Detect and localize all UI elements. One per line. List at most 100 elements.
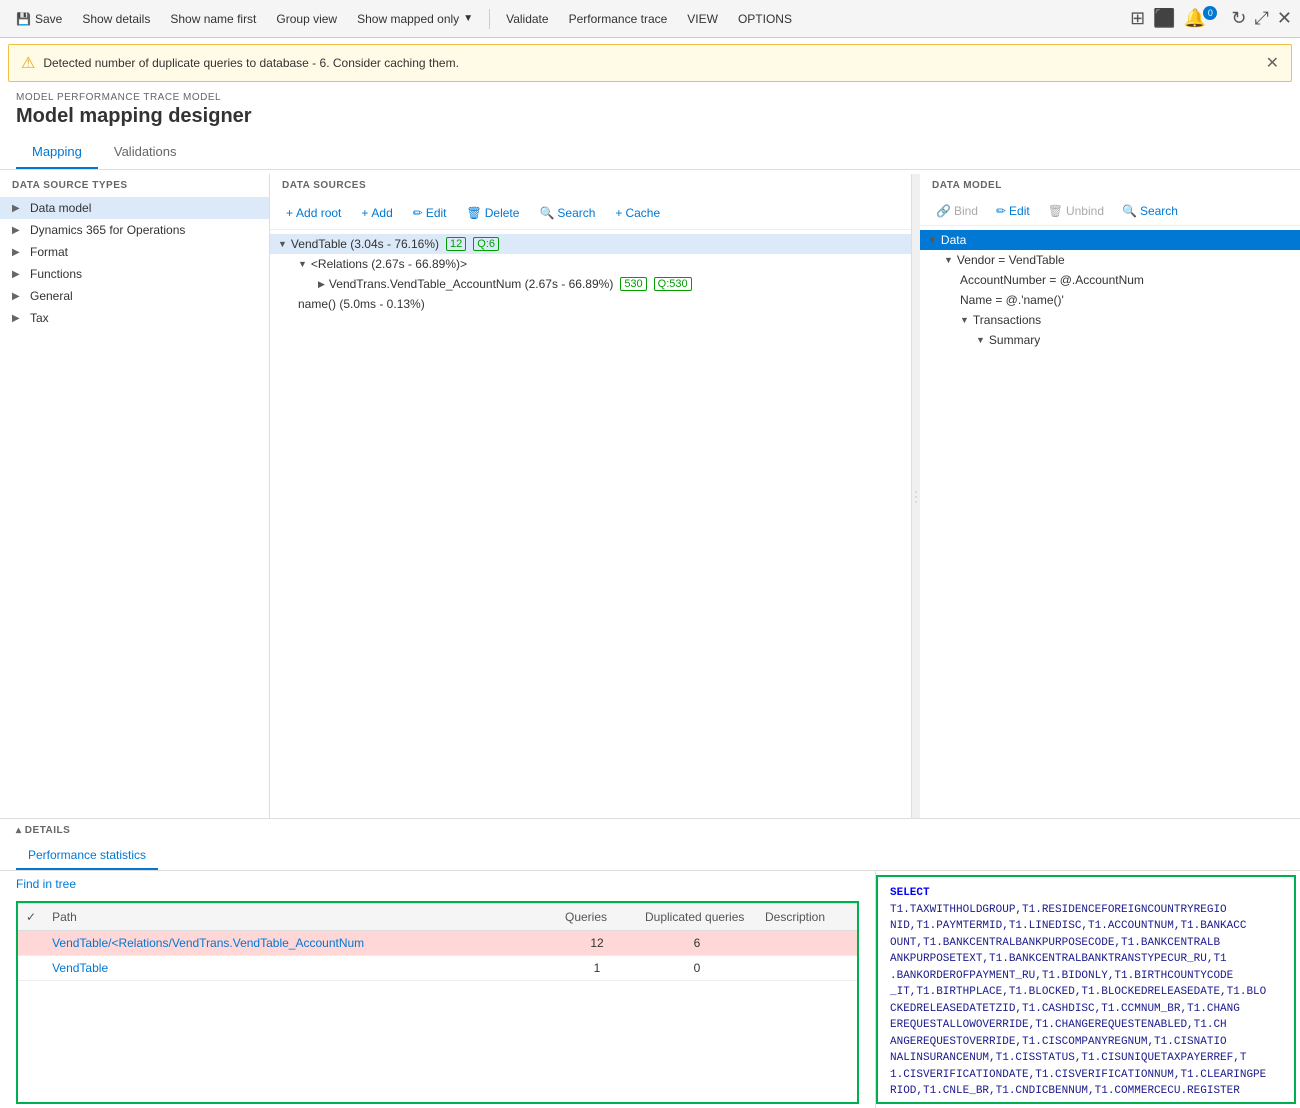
dm-node-transactions[interactable]: ▼ Transactions: [952, 310, 1300, 330]
expand-icon: ▼: [278, 239, 287, 249]
alert-message: Detected number of duplicate queries to …: [43, 56, 1257, 70]
search-button[interactable]: 🔍 Search: [531, 203, 603, 223]
vendtable-qbadge: Q:6: [473, 237, 499, 251]
sql-panel: SELECT T1.TAXWITHHOLDGROUP,T1.RESIDENCEF…: [876, 875, 1296, 1104]
dm-summary-label: Summary: [989, 333, 1040, 347]
performance-trace-button[interactable]: Performance trace: [561, 8, 676, 30]
show-mapped-only-button[interactable]: Show mapped only ▼: [349, 8, 481, 30]
dst-format[interactable]: ▶ Format: [0, 241, 269, 263]
dm-accountnumber-label: AccountNumber = @.AccountNum: [960, 273, 1144, 287]
data-model-header: DATA MODEL: [920, 174, 1300, 197]
refresh-icon[interactable]: ↻: [1231, 8, 1246, 29]
row-path: VendTable/<Relations/VendTrans.VendTable…: [44, 931, 557, 956]
main-layout: DATA SOURCE TYPES ▶ Data model ▶ Dynamic…: [0, 174, 1300, 818]
dm-edit-button[interactable]: ✏ Edit: [988, 201, 1038, 221]
notifications-icon-wrapper[interactable]: 🔔 0: [1184, 8, 1224, 29]
options-button[interactable]: OPTIONS: [730, 8, 800, 30]
tab-mapping[interactable]: Mapping: [16, 136, 98, 169]
data-sources-panel: DATA SOURCES + Add root + Add ✏ Edit 🗑 D…: [270, 174, 912, 818]
tab-performance-statistics[interactable]: Performance statistics: [16, 842, 158, 870]
apps-icon[interactable]: ⊞: [1130, 8, 1145, 29]
maximize-icon[interactable]: ⤢: [1255, 8, 1269, 29]
dm-search-button[interactable]: 🔍 Search: [1114, 201, 1186, 221]
add-button[interactable]: + Add: [353, 203, 400, 223]
expand-icon: ▶: [318, 279, 325, 290]
dm-data-label: Data: [941, 233, 966, 247]
dm-name-label: Name = @.'name()': [960, 293, 1064, 307]
office-icon[interactable]: ⬛: [1153, 8, 1175, 29]
dm-search-icon: 🔍: [1122, 204, 1137, 218]
add-root-button[interactable]: + Add root: [278, 203, 349, 223]
path-link[interactable]: VendTable: [52, 961, 108, 975]
close-icon[interactable]: ✕: [1277, 8, 1292, 29]
dst-tax-label: Tax: [30, 311, 49, 325]
save-button[interactable]: 💾 Save: [8, 8, 70, 30]
drag-handle[interactable]: ⋮: [912, 174, 920, 818]
main-toolbar: 💾 Save Show details Show name first Grou…: [0, 0, 1300, 38]
dm-node-name[interactable]: Name = @.'name()': [952, 290, 1300, 310]
th-duplicated: Duplicated queries: [637, 904, 757, 931]
ds-node-vendtrans[interactable]: ▶ VendTrans.VendTable_AccountNum (2.67s …: [310, 274, 911, 294]
row-queries: 12: [557, 931, 637, 956]
details-panel: ▴ DETAILS Performance statistics Find in…: [0, 818, 1300, 1108]
add-icon: +: [361, 206, 368, 220]
dropdown-arrow-icon: ▼: [463, 13, 473, 24]
expand-icon: ▶: [12, 269, 24, 280]
dst-general[interactable]: ▶ General: [0, 285, 269, 307]
alert-close-button[interactable]: ✕: [1266, 53, 1279, 73]
cache-button[interactable]: + Cache: [607, 203, 668, 223]
vendtrans-qbadge: Q:530: [654, 277, 692, 291]
view-button[interactable]: VIEW: [679, 8, 726, 30]
find-in-tree-link[interactable]: Find in tree: [16, 877, 76, 891]
path-link[interactable]: VendTable/<Relations/VendTrans.VendTable…: [52, 936, 364, 950]
ds-node-name[interactable]: name() (5.0ms - 0.13%): [290, 294, 911, 314]
dm-node-vendor[interactable]: ▼ Vendor = VendTable: [936, 250, 1300, 270]
top-right-icons: ⊞ ⬛ 🔔 0 ↻ ⤢ ✕: [1130, 8, 1292, 29]
show-details-button[interactable]: Show details: [74, 8, 158, 30]
bind-icon: 🔗: [936, 204, 951, 218]
tab-validations[interactable]: Validations: [98, 136, 193, 169]
validate-button[interactable]: Validate: [498, 8, 556, 30]
dm-node-data[interactable]: ▼ Data: [920, 230, 1300, 250]
relations-label: <Relations (2.67s - 66.89%)>: [311, 257, 467, 271]
dm-transactions-label: Transactions: [973, 313, 1041, 327]
table-row: VendTable 1 0: [18, 956, 857, 981]
alert-bar: ⚠ Detected number of duplicate queries t…: [8, 44, 1292, 82]
show-name-first-button[interactable]: Show name first: [162, 8, 264, 30]
vendtable-label: VendTable (3.04s - 76.16%): [291, 237, 439, 251]
ds-node-vendtable[interactable]: ▼ VendTable (3.04s - 76.16%) 12 Q:6: [270, 234, 911, 254]
trash-icon: 🗑: [467, 206, 482, 220]
dm-vendor-label: Vendor = VendTable: [957, 253, 1065, 267]
expand-icon: ▼: [960, 315, 969, 325]
row-dup: 6: [637, 931, 757, 956]
dst-tax[interactable]: ▶ Tax: [0, 307, 269, 329]
dst-dynamics365-label: Dynamics 365 for Operations: [30, 223, 185, 237]
expand-icon: ▶: [12, 291, 24, 302]
dm-node-accountnumber[interactable]: AccountNumber = @.AccountNum: [952, 270, 1300, 290]
cache-icon: +: [615, 206, 622, 220]
th-queries: Queries: [557, 904, 637, 931]
dst-data-model[interactable]: ▶ Data model: [0, 197, 269, 219]
row-dup: 0: [637, 956, 757, 981]
row-desc: [757, 956, 857, 981]
performance-table: ✓ Path Queries Duplicated queries Descri…: [18, 903, 857, 981]
ds-node-relations[interactable]: ▼ <Relations (2.67s - 66.89%)>: [290, 254, 911, 274]
data-source-types-panel: DATA SOURCE TYPES ▶ Data model ▶ Dynamic…: [0, 174, 270, 818]
show-mapped-only-dropdown[interactable]: Show mapped only ▼: [349, 8, 481, 30]
dst-functions[interactable]: ▶ Functions: [0, 263, 269, 285]
table-row: VendTable/<Relations/VendTrans.VendTable…: [18, 931, 857, 956]
performance-table-container: ✓ Path Queries Duplicated queries Descri…: [16, 901, 859, 1104]
group-view-button[interactable]: Group view: [268, 8, 345, 30]
bind-button[interactable]: 🔗 Bind: [928, 201, 986, 221]
data-sources-toolbar: + Add root + Add ✏ Edit 🗑 Delete 🔍 Searc…: [270, 197, 911, 230]
dst-dynamics365[interactable]: ▶ Dynamics 365 for Operations: [0, 219, 269, 241]
delete-button[interactable]: 🗑 Delete: [459, 203, 528, 223]
dst-format-label: Format: [30, 245, 68, 259]
dm-node-summary[interactable]: ▼ Summary: [968, 330, 1300, 350]
mapping-tabs: Mapping Validations: [0, 136, 1300, 170]
add-root-icon: +: [286, 206, 293, 220]
unbind-button[interactable]: 🗑 Unbind: [1040, 201, 1112, 221]
expand-icon: ▶: [12, 203, 24, 214]
expand-icon: ▶: [12, 247, 24, 258]
edit-button[interactable]: ✏ Edit: [405, 203, 455, 223]
